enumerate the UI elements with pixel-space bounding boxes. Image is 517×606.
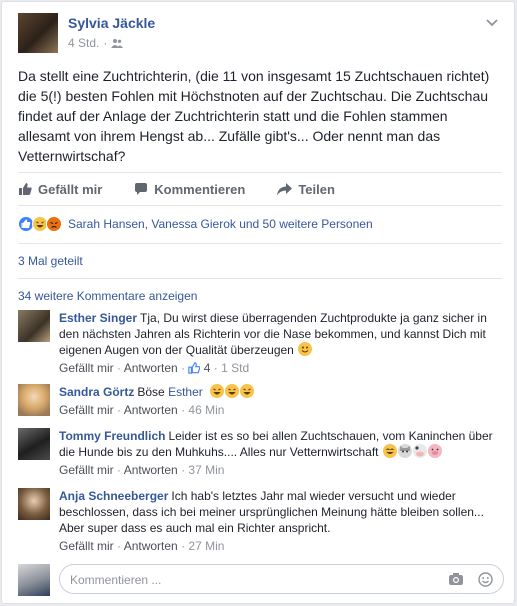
divider	[18, 278, 502, 279]
comment-time[interactable]: 37 Min	[188, 463, 224, 477]
emoji-icon[interactable]	[478, 572, 493, 587]
divider	[18, 172, 502, 173]
meta-dot: ·	[117, 463, 122, 477]
post-time[interactable]: 4 Std.	[68, 36, 99, 50]
comment-button[interactable]: Kommentieren	[134, 179, 245, 199]
comment-reply-link[interactable]: Antworten	[124, 403, 178, 417]
comment-time[interactable]: 27 Min	[188, 539, 224, 553]
commenter-name[interactable]: Tommy Freundlich	[59, 429, 165, 443]
commenter-name[interactable]: Sandra Görtz	[59, 385, 134, 399]
pig-emoji-icon	[427, 444, 442, 458]
comment-like-link[interactable]: Gefällt mir	[59, 361, 114, 375]
meta-dot: ·	[181, 539, 186, 553]
laugh-emoji-icon	[210, 384, 225, 398]
comment-body: Esther Singer Tja, Du wirst diese überrag…	[59, 310, 503, 376]
more-comments-link[interactable]: 34 weitere Kommentare anzeigen	[18, 289, 197, 303]
comment-meta: Gefällt mir · Antworten · 37 Min	[59, 462, 503, 478]
meta-dot: ·	[181, 463, 186, 477]
meta-dot: ·	[117, 361, 122, 375]
comment-label: Kommentieren	[154, 181, 246, 197]
comment-like-link[interactable]: Gefällt mir	[59, 403, 114, 417]
author-avatar[interactable]	[18, 13, 58, 53]
comment-meta: Gefällt mir · Antworten · 46 Min	[59, 402, 503, 418]
share-count[interactable]: 3 Mal geteilt	[18, 254, 83, 268]
like-count-icon	[188, 362, 201, 374]
meta-dot: ·	[213, 361, 218, 375]
cat-emoji-icon	[397, 444, 412, 458]
divider	[18, 243, 502, 244]
post-header: Sylvia Jäckle 4 Std. ·	[18, 13, 500, 55]
comment-composer: Kommentieren ...	[18, 564, 504, 596]
camera-icon[interactable]	[448, 572, 464, 586]
comment-input-placeholder: Kommentieren ...	[70, 573, 162, 587]
like-label: Gefällt mir	[38, 181, 103, 197]
share-label: Teilen	[298, 181, 335, 197]
comment-icon	[135, 183, 148, 195]
commenter-avatar[interactable]	[18, 428, 50, 460]
angry-reaction-icon	[46, 216, 62, 232]
comment-meta: Gefällt mir · Antworten · 27 Min	[59, 538, 503, 554]
share-button[interactable]: Teilen	[277, 179, 335, 199]
commenter-avatar[interactable]	[18, 488, 50, 520]
comment-like-link[interactable]: Gefällt mir	[59, 539, 114, 553]
comment-input[interactable]: Kommentieren ...	[59, 564, 504, 594]
like-button[interactable]: Gefällt mir	[18, 179, 102, 199]
cow-emoji-icon	[412, 444, 427, 458]
composer-icons	[448, 572, 493, 587]
comment-reply-link[interactable]: Antworten	[124, 361, 178, 375]
grin-emoji-icon	[382, 444, 397, 458]
post-body: Da stellt eine Zuchtrichterin, (die 11 v…	[18, 68, 490, 164]
meta-dot: ·	[181, 361, 186, 375]
chevron-down-icon[interactable]	[484, 15, 500, 31]
comment-reply-link[interactable]: Antworten	[124, 463, 178, 477]
meta-dot: ·	[117, 539, 122, 553]
comment-text: Böse	[137, 385, 165, 399]
share-icon	[277, 182, 293, 195]
meta-dot: ·	[103, 36, 108, 50]
comment-body: Sandra Görtz Böse Esther Gefällt mir · An…	[59, 384, 503, 418]
comment-meta: Gefällt mir · Antworten · 4 · 1 Std	[59, 360, 503, 376]
comment-body: Anja Schneeberger Ich hab's letztes Jahr …	[59, 488, 503, 554]
reactions-summary[interactable]: Sarah Hansen, Vanessa Gierok und 50 weit…	[18, 215, 373, 233]
comment-time[interactable]: 1 Std	[221, 361, 249, 375]
smile-emoji-icon	[298, 342, 313, 356]
laugh-emoji-icon	[225, 384, 240, 398]
comment-like-count[interactable]: 4	[204, 361, 211, 375]
divider	[18, 205, 502, 206]
commenter-avatar[interactable]	[18, 384, 50, 416]
comment-body: Tommy Freundlich Leider ist es so bei all…	[59, 428, 503, 478]
commenter-avatar[interactable]	[18, 310, 50, 342]
commenter-name[interactable]: Anja Schneeberger	[59, 489, 168, 503]
laugh-emoji-icon	[240, 384, 255, 398]
post-meta: 4 Std. ·	[68, 36, 124, 50]
post-actions: Gefällt mir Kommentieren Teilen	[18, 179, 502, 199]
mention-link[interactable]: Esther	[168, 385, 203, 399]
post-card: Sylvia Jäckle 4 Std. · Da stellt eine Zu…	[1, 1, 515, 604]
friends-icon[interactable]	[111, 38, 124, 48]
meta-dot: ·	[117, 403, 122, 417]
comment-like-link[interactable]: Gefällt mir	[59, 463, 114, 477]
comment-time[interactable]: 46 Min	[188, 403, 224, 417]
comment-reply-link[interactable]: Antworten	[124, 539, 178, 553]
meta-dot: ·	[181, 403, 186, 417]
reactions-text[interactable]: Sarah Hansen, Vanessa Gierok und 50 weit…	[68, 217, 373, 231]
thumbs-up-icon	[19, 183, 32, 195]
author-name[interactable]: Sylvia Jäckle	[68, 15, 155, 31]
current-user-avatar[interactable]	[18, 564, 50, 596]
commenter-name[interactable]: Esther Singer	[59, 311, 137, 325]
